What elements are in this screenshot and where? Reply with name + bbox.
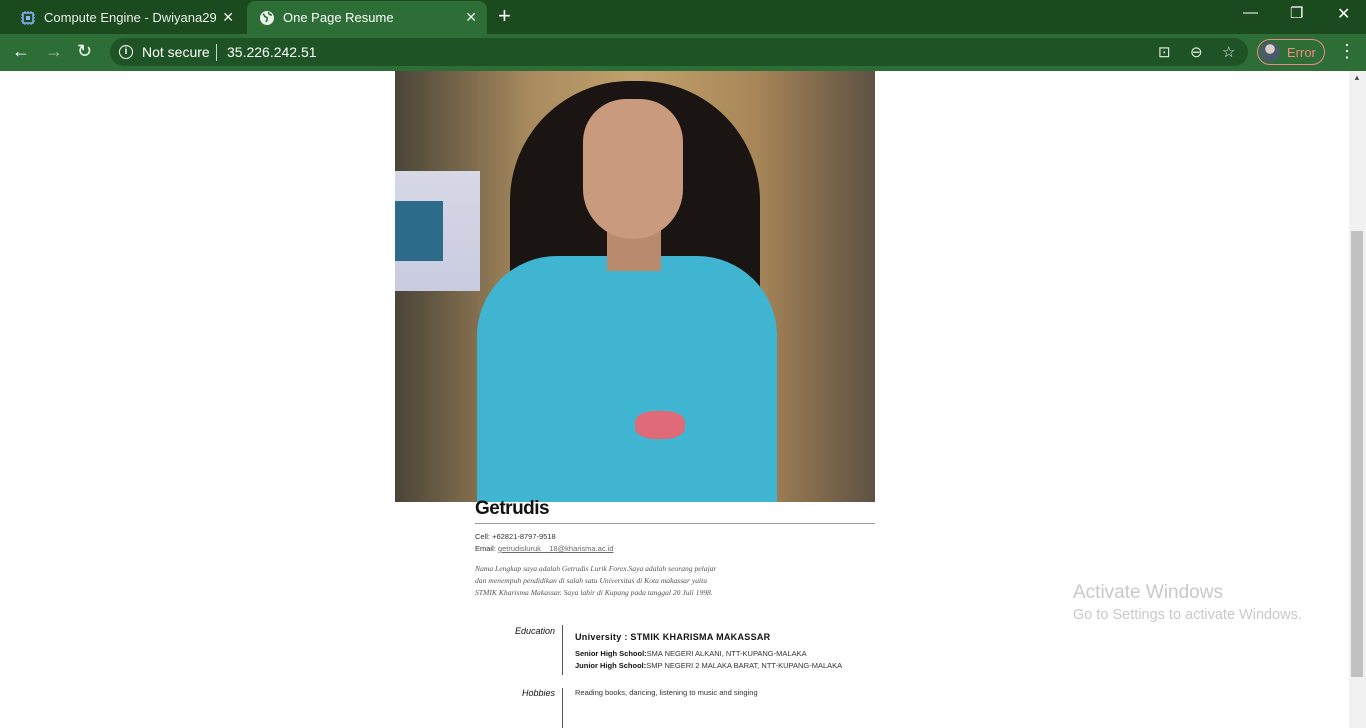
cell-text: Cell: +62821-8797-9518 — [475, 532, 556, 541]
avatar — [1260, 42, 1280, 62]
email-line: Email: getrudisluruk__18@kharisma.ac.id — [475, 544, 614, 553]
hobbies-text: Reading books, dancing, listening to mus… — [575, 688, 758, 697]
tab-title: One Page Resume — [283, 10, 394, 25]
name-divider — [475, 523, 875, 524]
tab-strip: Compute Engine - Dwiyana2998 ✕ One Page … — [0, 0, 1366, 34]
activate-title: Activate Windows — [1073, 582, 1223, 603]
senior-high-value: SMA NEGERI ALKANI, NTT-KUPANG-MALAKA — [646, 649, 807, 658]
profile-photo — [395, 71, 875, 502]
close-window-button[interactable]: ✕ — [1337, 4, 1350, 24]
tab-compute-engine[interactable]: Compute Engine - Dwiyana2998 ✕ — [8, 1, 244, 34]
junior-high-value: SMP NEGERI 2 MALAKA BARAT, NTT-KUPANG-MA… — [646, 661, 843, 670]
minimize-button[interactable]: — — [1243, 4, 1258, 21]
browser-toolbar: ← → ↻ i Not secure 35.226.242.51 ⊡ ⊖ ☆ E… — [0, 34, 1366, 72]
more-menu-icon[interactable]: ⋮ — [1338, 42, 1356, 60]
close-tab-icon[interactable]: ✕ — [465, 9, 477, 26]
reload-icon[interactable]: ↻ — [77, 41, 92, 61]
junior-high-school: Junior High School:SMP NEGERI 2 MALAKA B… — [575, 661, 842, 670]
resume-name: Getrudis — [475, 498, 550, 519]
email-link[interactable]: getrudisluruk__18@kharisma.ac.id — [498, 544, 614, 553]
tab-one-page-resume[interactable]: One Page Resume ✕ — [247, 1, 487, 34]
omnibox-divider — [216, 44, 217, 61]
zoom-out-icon[interactable]: ⊖ — [1190, 43, 1203, 61]
bookmark-star-icon[interactable]: ☆ — [1222, 43, 1235, 61]
page-scrollbar[interactable]: ▲ — [1349, 71, 1366, 728]
globe-icon — [260, 10, 274, 25]
photo-shirt — [477, 256, 777, 502]
activate-subtitle: Go to Settings to activate Windows. — [1073, 607, 1302, 623]
info-icon[interactable]: i — [119, 45, 133, 59]
restore-button[interactable]: ❐ — [1290, 4, 1303, 22]
bio-paragraph: Nama Lengkap saya adalah Getrudis Lurik … — [475, 564, 717, 597]
security-label[interactable]: Not secure — [142, 44, 210, 60]
page-viewport: Getrudis Cell: +62821-8797-9518 Email: g… — [0, 71, 1349, 728]
address-bar[interactable]: i Not secure 35.226.242.51 ⊡ ⊖ ☆ — [110, 38, 1248, 66]
translate-icon[interactable]: ⊡ — [1158, 43, 1171, 61]
scroll-up-arrow-icon[interactable]: ▲ — [1353, 73, 1361, 82]
compute-engine-icon — [21, 10, 35, 25]
photo-shirt-bow — [635, 411, 685, 439]
url-text[interactable]: 35.226.242.51 — [227, 44, 317, 60]
education-label: Education — [514, 626, 555, 636]
photo-face — [583, 99, 683, 239]
hobbies-divider — [562, 688, 563, 728]
scroll-thumb[interactable] — [1351, 231, 1363, 677]
education-divider — [562, 625, 563, 675]
junior-high-label: Junior High School: — [575, 661, 647, 670]
profile-status: Error — [1287, 44, 1316, 60]
activate-windows-watermark: Activate Windows Go to Settings to activ… — [1073, 582, 1302, 623]
hobbies-label: Hobbies — [521, 688, 555, 698]
email-label: Email: — [475, 544, 498, 553]
tab-title: Compute Engine - Dwiyana2998 — [44, 10, 216, 25]
forward-arrow-icon[interactable]: → — [45, 41, 63, 61]
senior-high-school: Senior High School:SMA NEGERI ALKANI, NT… — [575, 649, 807, 658]
university-text: University : STMIK KHARISMA MAKASSAR — [575, 632, 771, 642]
resume-content: Getrudis Cell: +62821-8797-9518 Email: g… — [475, 498, 875, 728]
new-tab-button[interactable]: + — [498, 5, 511, 27]
background-poster-blue — [395, 201, 443, 261]
senior-high-label: Senior High School: — [575, 649, 647, 658]
back-arrow-icon[interactable]: ← — [12, 41, 30, 61]
close-tab-icon[interactable]: ✕ — [222, 9, 234, 26]
profile-button[interactable]: Error — [1257, 39, 1325, 65]
